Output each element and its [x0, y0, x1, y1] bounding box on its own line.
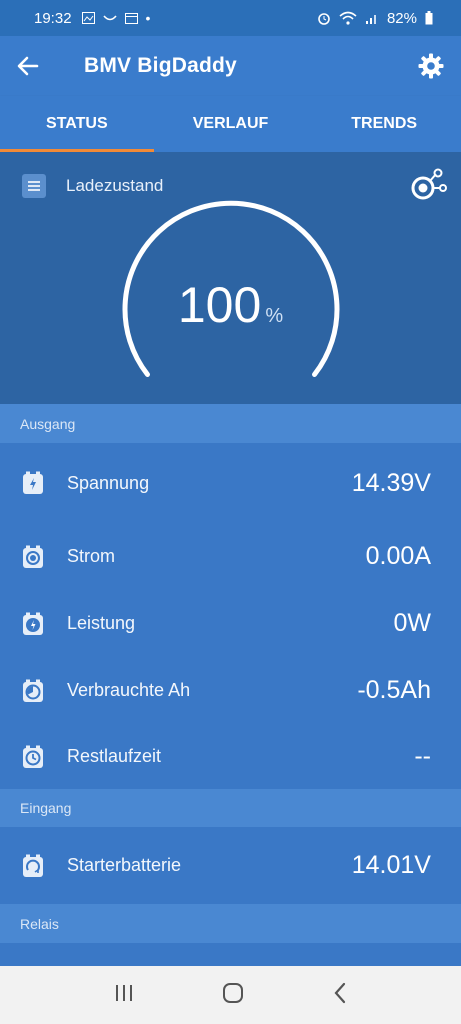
app-bar: BMV BigDaddy — [0, 36, 461, 96]
recent-apps-icon — [116, 984, 133, 1001]
consumed-icon — [23, 679, 43, 702]
soc-label: Ladezustand — [66, 176, 164, 195]
dot-icon: • — [145, 10, 151, 26]
connection-icon — [411, 168, 447, 200]
tab-verlauf[interactable]: VERLAUF — [154, 96, 308, 152]
row-label: Starterbatterie — [67, 855, 182, 875]
row-label: Strom — [67, 546, 116, 566]
wifi-icon — [339, 11, 357, 25]
state-of-charge-card: Ladezustand 100% — [0, 152, 461, 404]
list-icon — [22, 174, 46, 198]
list-item-strom[interactable]: Strom 0.00A — [0, 523, 461, 590]
bolt-icon — [23, 471, 43, 494]
row-label: Verbrauchte Ah — [67, 680, 191, 700]
home-button[interactable] — [222, 982, 244, 1009]
smile-icon — [102, 15, 117, 21]
row-value: -0.5Ah — [357, 676, 431, 704]
soc-value: 100 — [177, 277, 262, 333]
battery-icon — [425, 11, 433, 25]
settings-button[interactable] — [401, 36, 461, 96]
tab-status[interactable]: STATUS — [0, 96, 154, 152]
recent-apps-button[interactable] — [114, 984, 134, 1007]
list-item-restlaufzeit[interactable]: Restlaufzeit -- — [0, 724, 461, 789]
list-item-starterbatterie[interactable]: Starterbatterie 14.01V — [0, 827, 461, 904]
row-value: 0W — [393, 609, 432, 637]
battery-percent: 82% — [386, 9, 417, 27]
circle-dot-icon — [23, 545, 43, 568]
row-value: 0.00A — [365, 542, 431, 570]
row-value: -- — [414, 742, 431, 770]
status-bar: 19:32 • 82% — [0, 0, 461, 36]
page-title: BMV BigDaddy — [84, 54, 237, 77]
row-label: Leistung — [67, 613, 136, 633]
back-button[interactable] — [0, 36, 58, 96]
row-value: 14.01V — [351, 851, 431, 879]
alarm-icon — [318, 13, 330, 25]
row-label: Restlaufzeit — [67, 746, 162, 766]
row-value: 14.39V — [351, 468, 431, 497]
section-header-input: Eingang — [0, 789, 461, 827]
signal-icon — [365, 15, 376, 24]
status-time: 19:32 — [34, 9, 72, 27]
list-item-spannung[interactable]: Spannung 14.39V — [0, 443, 461, 523]
list-item-verbrauchte-ah[interactable]: Verbrauchte Ah -0.5Ah — [0, 657, 461, 724]
gear-icon — [418, 53, 444, 79]
back-arrow-icon — [17, 56, 39, 76]
tab-bar: STATUS VERLAUF TRENDS — [0, 96, 461, 152]
list-item-partial — [0, 943, 461, 966]
image-icon — [81, 12, 95, 24]
section-header-relay: Relais — [0, 904, 461, 943]
connection-button[interactable] — [407, 168, 447, 209]
section-header-output: Ausgang — [0, 404, 461, 443]
list-item-leistung[interactable]: Leistung 0W — [0, 590, 461, 657]
clock-icon — [23, 745, 43, 768]
system-nav-bar — [0, 966, 461, 1024]
tab-trends[interactable]: TRENDS — [307, 96, 461, 152]
soc-unit: % — [265, 305, 284, 327]
row-label: Spannung — [67, 472, 150, 493]
home-icon — [223, 982, 244, 1003]
chevron-left-icon — [334, 982, 345, 1003]
calendar-icon — [124, 13, 138, 24]
power-bolt-icon — [23, 612, 43, 635]
starter-icon — [23, 854, 43, 877]
back-nav-button[interactable] — [333, 982, 347, 1009]
